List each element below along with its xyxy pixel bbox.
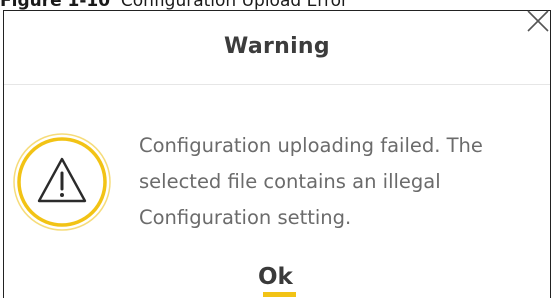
page: Figure 1-10 Configuration Upload Error W… (0, 0, 555, 298)
message-line: selected file contains an illegal (139, 170, 441, 193)
warning-dialog: Warning Configuration uploading failed. … (3, 10, 551, 298)
close-icon[interactable] (526, 9, 550, 33)
ok-button-underline (263, 292, 296, 297)
message-line: Configuration uploading failed. The (139, 134, 483, 157)
dialog-message: Configuration uploading failed. The sele… (139, 128, 539, 236)
dialog-title: Warning (224, 34, 330, 59)
ok-button[interactable]: Ok (258, 264, 296, 297)
ok-button-label: Ok (258, 264, 293, 290)
close-button[interactable] (526, 9, 550, 33)
dialog-header: Warning (4, 9, 550, 85)
message-line: Configuration setting. (139, 206, 352, 229)
warning-triangle-icon (10, 130, 114, 234)
